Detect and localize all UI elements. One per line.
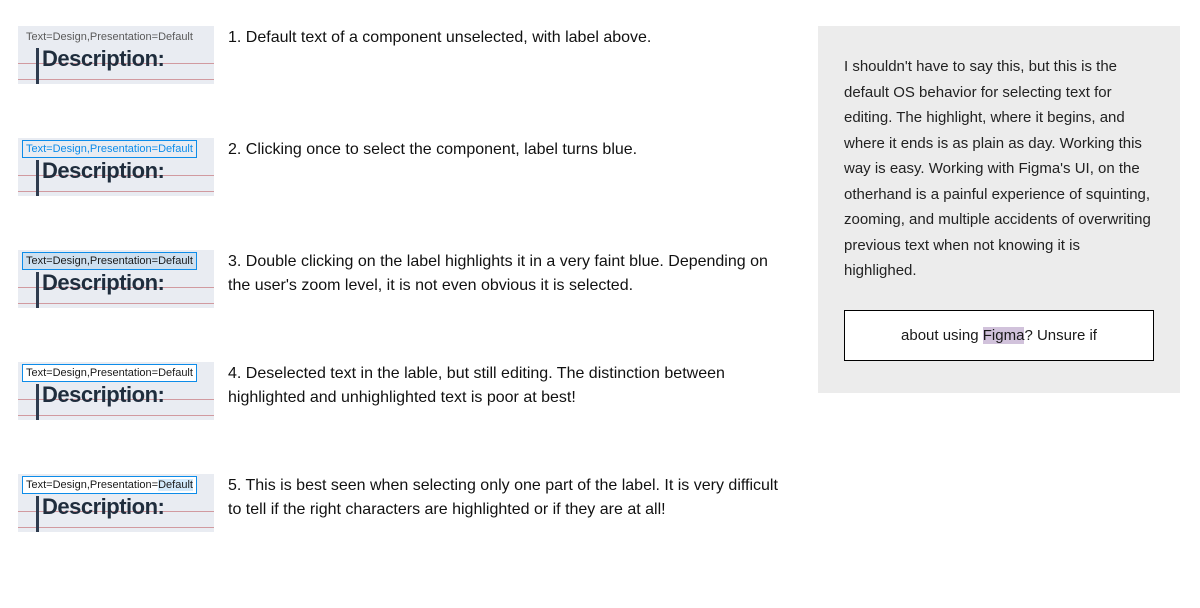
component-label: Text=Design,Presentation=Default xyxy=(22,252,197,270)
thumbnail-selected: Text=Design,Presentation=Default Descrip… xyxy=(18,138,214,196)
caption-5: 5. This is best seen when selecting only… xyxy=(228,474,778,522)
caption-2: 2. Clicking once to select the component… xyxy=(228,138,778,162)
examples-column: Text=Design,Presentation=Default Descrip… xyxy=(18,26,778,590)
side-paragraph: I shouldn't have to say this, but this i… xyxy=(844,54,1154,284)
example-row-2: Text=Design,Presentation=Default Descrip… xyxy=(18,138,778,196)
example-text-after: ? Unsure if xyxy=(1024,327,1097,344)
thumbnail-text: Description: xyxy=(42,270,164,296)
side-panel: I shouldn't have to say this, but this i… xyxy=(818,26,1180,393)
component-label: Text=Design,Presentation=Default xyxy=(22,476,197,494)
example-row-4: Text=Design,Presentation=Default Descrip… xyxy=(18,362,778,420)
text-cursor-bar xyxy=(36,48,39,84)
thumbnail-text: Description: xyxy=(42,158,164,184)
component-label: Text=Design,Presentation=Default xyxy=(22,140,197,158)
caption-1: 1. Default text of a component unselecte… xyxy=(228,26,778,50)
caption-4: 4. Deselected text in the lable, but sti… xyxy=(228,362,778,410)
label-highlight: Default xyxy=(158,479,193,491)
thumbnail-text: Description: xyxy=(42,382,164,408)
thumbnail-default: Text=Design,Presentation=Default Descrip… xyxy=(18,26,214,84)
caption-3: 3. Double clicking on the label highligh… xyxy=(228,250,778,298)
thumbnail-text: Description: xyxy=(42,494,164,520)
component-label: Text=Design,Presentation=Default xyxy=(22,364,197,382)
example-text-before: about using xyxy=(901,327,983,344)
thumbnail-text: Description: xyxy=(42,46,164,72)
label-prefix: Text=Design,Presentation= xyxy=(26,479,158,491)
example-row-1: Text=Design,Presentation=Default Descrip… xyxy=(18,26,778,84)
example-row-5: Text=Design,Presentation=Default Descrip… xyxy=(18,474,778,532)
thumbnail-partial-select: Text=Design,Presentation=Default Descrip… xyxy=(18,474,214,532)
thumbnail-highlighted: Text=Design,Presentation=Default Descrip… xyxy=(18,250,214,308)
example-text-selected: Figma xyxy=(983,327,1025,344)
example-row-3: Text=Design,Presentation=Default Descrip… xyxy=(18,250,778,308)
component-label: Text=Design,Presentation=Default xyxy=(22,28,197,46)
thumbnail-editing: Text=Design,Presentation=Default Descrip… xyxy=(18,362,214,420)
os-selection-example: about using Figma? Unsure if xyxy=(844,310,1154,361)
